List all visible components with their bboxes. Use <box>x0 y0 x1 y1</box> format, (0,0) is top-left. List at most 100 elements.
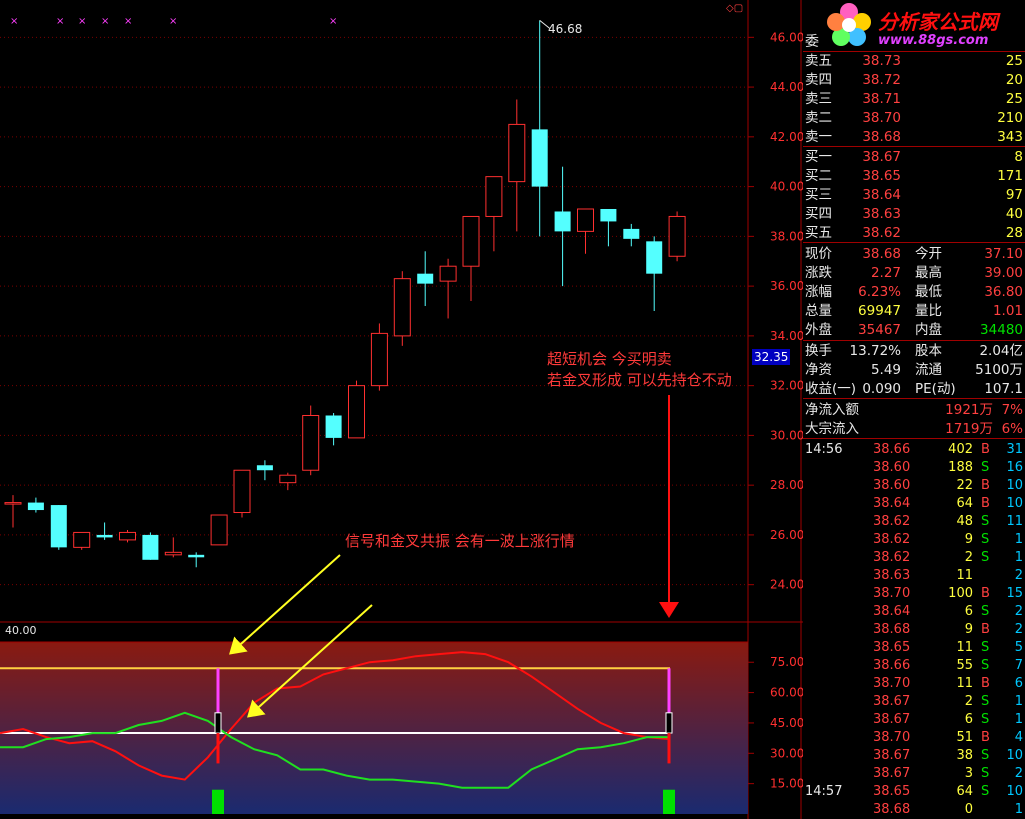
tick-row[interactable]: 38.67 2 S 1 <box>803 693 1025 711</box>
tick-row[interactable]: 38.66 55 S 7 <box>803 657 1025 675</box>
row-price: 38.63 <box>862 206 901 222</box>
tick-side: S <box>981 712 990 727</box>
row-volume: 210 <box>997 110 1023 126</box>
tick-row[interactable]: 38.68 9 B 2 <box>803 621 1025 639</box>
stat-value: 5100万 <box>975 362 1023 378</box>
candle-body <box>302 414 320 471</box>
candle-body <box>142 534 159 560</box>
lower-axis-label: 15.00 <box>770 777 803 791</box>
tick-volume: 22 <box>956 478 973 493</box>
signal-bar-green <box>212 789 224 814</box>
tick-side: B <box>981 586 990 601</box>
tick-row[interactable]: 38.63 11 2 <box>803 567 1025 585</box>
candle-body <box>188 554 205 558</box>
tick-volume: 11 <box>956 640 973 655</box>
row-label: 卖二 <box>805 110 832 126</box>
row-volume: 28 <box>1005 225 1023 241</box>
tick-price: 38.62 <box>873 532 911 547</box>
signal-x-mark: × <box>169 16 177 27</box>
top-right-icons[interactable]: ◇▢ <box>726 3 743 14</box>
indicator-panel: 75.00 60.00 45.00 30.00 15.00 <box>0 641 803 814</box>
stat-value: 0.090 <box>862 381 901 397</box>
candle-body <box>508 123 526 183</box>
bid-row: 买二 38.65 171 <box>803 167 1025 185</box>
tick-volume: 51 <box>956 730 973 745</box>
tick-row[interactable]: 38.70 51 B 4 <box>803 729 1025 747</box>
stat-label: 涨跌 <box>805 265 832 281</box>
tick-row[interactable]: 38.64 64 B 10 <box>803 495 1025 513</box>
stat-label: 涨幅 <box>805 284 832 300</box>
stat-value: 34480 <box>980 322 1023 338</box>
stat-label: 总量 <box>805 303 832 319</box>
tick-row[interactable]: 14:56 38.66 402 B 31 <box>803 441 1025 459</box>
candle-body <box>646 241 663 274</box>
note-right-line-1: 超短机会 今买明卖 <box>547 350 672 368</box>
stat-label: 净资 <box>805 362 832 378</box>
signal-bar-green <box>663 789 675 814</box>
tick-row[interactable]: 38.67 6 S 1 <box>803 711 1025 729</box>
tick-count: 31 <box>1006 442 1023 457</box>
tick-row[interactable]: 38.68 0 1 <box>803 801 1025 819</box>
tick-row[interactable]: 38.70 11 B 6 <box>803 675 1025 693</box>
tick-row[interactable]: 38.67 3 S 2 <box>803 765 1025 783</box>
tick-price: 38.66 <box>873 658 911 673</box>
axis-tick-label: 28.00 <box>770 478 803 492</box>
tick-count: 10 <box>1006 496 1023 511</box>
quote-row: 涨幅 6.23% 最低 36.80 <box>803 283 1025 301</box>
lower-top-value: 40.00 <box>5 624 37 637</box>
signal-x-mark: × <box>101 16 109 27</box>
stat-value: 2.04亿 <box>979 343 1023 359</box>
stat-label: 现价 <box>805 246 832 262</box>
lower-axis-label: 60.00 <box>770 686 803 700</box>
tick-count: 11 <box>1006 514 1023 529</box>
tick-side: S <box>981 532 990 547</box>
tick-count: 7 <box>1014 658 1023 673</box>
tick-row[interactable]: 38.62 9 S 1 <box>803 531 1025 549</box>
candle-body <box>623 228 640 239</box>
stat-value: 69947 <box>858 303 901 319</box>
tick-volume: 3 <box>964 766 973 781</box>
stat-label: 内盘 <box>915 322 942 338</box>
tick-count: 16 <box>1006 460 1023 475</box>
tick-price: 38.64 <box>873 496 911 511</box>
ask-row: 卖四 38.72 20 <box>803 71 1025 89</box>
row-price: 38.73 <box>862 53 901 69</box>
tick-row[interactable]: 38.70 100 B 15 <box>803 585 1025 603</box>
tick-side: S <box>981 766 990 781</box>
tick-side: B <box>981 478 990 493</box>
tick-side: S <box>981 550 990 565</box>
tick-row[interactable]: 38.65 11 S 5 <box>803 639 1025 657</box>
candle-body <box>50 505 67 548</box>
axis-tick-label: 24.00 <box>770 578 803 592</box>
stat-value: 1921万 <box>945 402 993 418</box>
candle-body <box>485 176 503 217</box>
tick-row[interactable]: 38.62 2 S 1 <box>803 549 1025 567</box>
lower-axis-label: 45.00 <box>770 716 803 730</box>
price-chart[interactable]: 46.00 44.00 42.00 40.00 38.00 36.00 34.00 32.00… <box>0 0 803 819</box>
divider <box>803 340 1025 341</box>
tick-count: 4 <box>1014 730 1023 745</box>
tick-row[interactable]: 38.64 6 S 2 <box>803 603 1025 621</box>
flower-logo-icon <box>827 3 871 46</box>
stat-value: 1.01 <box>992 303 1023 319</box>
tick-row[interactable]: 38.60 188 S 16 <box>803 459 1025 477</box>
tick-volume: 6 <box>964 604 973 619</box>
quote-row: 现价 38.68 今开 37.10 <box>803 245 1025 263</box>
row-price: 38.64 <box>862 187 901 203</box>
ask-row: 卖一 38.68 343 <box>803 128 1025 146</box>
tick-count: 1 <box>1014 550 1023 565</box>
axis-tick-label: 40.00 <box>770 180 803 194</box>
flow-row: 大宗流入 6% 1719万 <box>803 420 1025 438</box>
tick-count: 6 <box>1014 676 1023 691</box>
tick-side: B <box>981 496 990 511</box>
candle-body <box>27 502 44 511</box>
tick-volume: 9 <box>964 532 973 547</box>
tick-row[interactable]: 14:57 38.65 64 S 10 <box>803 783 1025 801</box>
tick-volume: 48 <box>956 514 973 529</box>
tick-row[interactable]: 38.62 48 S 11 <box>803 513 1025 531</box>
tick-volume: 100 <box>948 586 973 601</box>
tick-row[interactable]: 38.60 22 B 10 <box>803 477 1025 495</box>
stat-value: 37.10 <box>984 246 1023 262</box>
candle-body <box>325 415 342 438</box>
tick-row[interactable]: 38.67 38 S 10 <box>803 747 1025 765</box>
